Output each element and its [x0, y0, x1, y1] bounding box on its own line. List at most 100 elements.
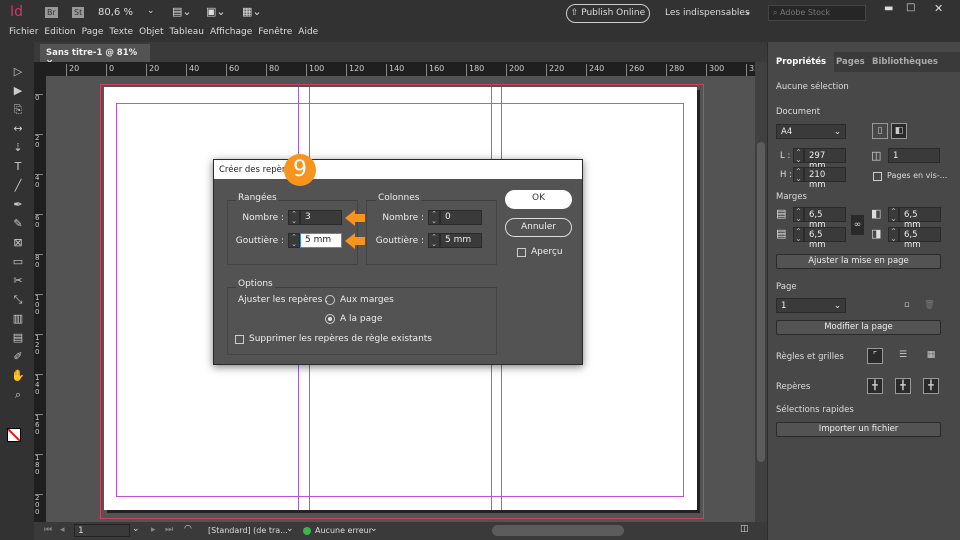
- facing-pages-checkbox[interactable]: [873, 172, 882, 181]
- type-tool-icon[interactable]: T: [9, 159, 27, 175]
- menu-tableau[interactable]: Tableau: [169, 27, 204, 37]
- columns-gutter-field[interactable]: 5 mm: [440, 233, 482, 248]
- pages-count-field[interactable]: 1: [888, 148, 940, 163]
- columns-gutter-stepper[interactable]: ⌃ ⌄: [428, 233, 440, 248]
- height-stepper[interactable]: ⌃ ⌄: [793, 167, 804, 183]
- hand-tool-icon[interactable]: ✋: [9, 368, 27, 384]
- lock-guides-icon[interactable]: ╋: [895, 378, 911, 394]
- document-tab[interactable]: Sans titre-1 @ 81% ×: [40, 44, 150, 68]
- margin-bottom-field[interactable]: 6,5 mm: [804, 227, 846, 250]
- vertical-ruler[interactable]: 0 20 40 60 80 100 120 140 160 180 200: [34, 76, 46, 522]
- rows-gutter-stepper[interactable]: ⌃ ⌄: [288, 233, 300, 248]
- portrait-orientation-icon[interactable]: ▯: [872, 123, 888, 139]
- margin-top-stepper[interactable]: ⌃ ⌄: [793, 207, 804, 223]
- selection-tool-icon[interactable]: ▷: [9, 64, 27, 80]
- snap-guides-icon[interactable]: ╋: [923, 378, 939, 394]
- scroll-thumb[interactable]: [757, 142, 765, 462]
- free-transform-tool-icon[interactable]: ⤡: [9, 292, 27, 308]
- direct-selection-tool-icon[interactable]: ▶: [9, 83, 27, 99]
- error-status[interactable]: Aucune erreur: [315, 526, 372, 535]
- workspace-switcher[interactable]: Les indispensables: [665, 8, 750, 18]
- rectangle-frame-tool-icon[interactable]: ⊠: [9, 235, 27, 251]
- new-page-icon[interactable]: ▫: [904, 300, 910, 310]
- margin-left-stepper[interactable]: ⌃ ⌄: [888, 207, 899, 223]
- ok-button[interactable]: OK: [505, 190, 572, 209]
- eyedropper-tool-icon[interactable]: ✐: [9, 349, 27, 365]
- columns-number-field[interactable]: 0: [440, 210, 482, 225]
- line-tool-icon[interactable]: ╱: [9, 178, 27, 194]
- menu-aide[interactable]: Aide: [298, 27, 318, 37]
- gap-tool-icon[interactable]: ↔: [9, 121, 27, 137]
- margin-right-stepper[interactable]: ⌃ ⌄: [888, 227, 899, 243]
- horizontal-ruler[interactable]: 20 0 20 40 60 80 100 120 140 160 180 200 220 240 260 28…: [34, 62, 755, 76]
- landscape-orientation-icon[interactable]: ◧: [891, 123, 907, 139]
- margin-right-field[interactable]: 6,5 mm: [899, 227, 941, 250]
- preflight-profile-icon[interactable]: ◠: [184, 524, 192, 534]
- link-margins-icon[interactable]: ∞: [851, 215, 864, 235]
- width-stepper[interactable]: ⌃ ⌄: [793, 148, 804, 164]
- fit-page-radio[interactable]: [325, 314, 335, 324]
- baseline-grid-icon[interactable]: ☰: [895, 348, 911, 364]
- width-field[interactable]: 297 mm: [804, 148, 846, 171]
- trash-icon[interactable]: 🗑: [924, 300, 935, 310]
- content-collector-tool-icon[interactable]: ⇣: [9, 140, 27, 156]
- margin-left-field[interactable]: 6,5 mm: [899, 207, 941, 230]
- zoom-level[interactable]: 80,6 %: [98, 7, 133, 18]
- columns-number-stepper[interactable]: ⌃ ⌄: [428, 210, 440, 225]
- menu-page[interactable]: Page: [82, 27, 104, 37]
- margin-bottom-stepper[interactable]: ⌃ ⌄: [793, 227, 804, 243]
- page-dropdown[interactable]: 1 ⌄: [776, 298, 846, 313]
- chevron-down-icon[interactable]: ⌄: [132, 524, 140, 534]
- rows-number-field[interactable]: 3: [300, 210, 342, 225]
- cancel-button[interactable]: Annuler: [505, 218, 572, 237]
- pen-tool-icon[interactable]: ✒: [9, 197, 27, 213]
- margin-top-field[interactable]: 6,5 mm: [804, 207, 846, 230]
- preview-checkbox[interactable]: [517, 248, 526, 257]
- vertical-scrollbar[interactable]: [755, 62, 767, 522]
- style-profile[interactable]: [Standard] (de tra...: [208, 526, 288, 535]
- show-guides-icon[interactable]: ╋: [867, 378, 883, 394]
- horizontal-scroll-thumb[interactable]: [492, 525, 624, 536]
- menu-fichier[interactable]: Fichier: [9, 27, 38, 37]
- view-options-icon[interactable]: ▤⌄: [172, 5, 192, 18]
- menu-edition[interactable]: Edition: [44, 27, 75, 37]
- close-window-button[interactable]: ✕: [934, 2, 943, 15]
- stock-button[interactable]: St: [72, 7, 85, 18]
- maximize-button[interactable]: □: [906, 2, 915, 13]
- split-window-icon[interactable]: ◫: [740, 524, 749, 534]
- bridge-button[interactable]: Br: [45, 7, 58, 18]
- import-file-button[interactable]: Importer un fichier: [776, 422, 941, 437]
- chevron-down-icon[interactable]: ⌄: [147, 6, 155, 16]
- rulers-icon[interactable]: ⌜: [867, 348, 883, 364]
- page-tool-icon[interactable]: ⎘: [9, 102, 27, 118]
- previous-page-button[interactable]: ◂: [60, 525, 65, 535]
- rows-number-stepper[interactable]: ⌃ ⌄: [288, 210, 300, 225]
- publish-online-button[interactable]: ⇧ Publish Online: [566, 4, 650, 23]
- document-grid-icon[interactable]: ▦: [923, 348, 939, 364]
- last-page-button[interactable]: ⏭: [165, 525, 173, 535]
- menu-texte[interactable]: Texte: [109, 27, 133, 37]
- first-page-button[interactable]: ⏮: [44, 525, 52, 535]
- rows-gutter-field[interactable]: 5 mm: [300, 233, 342, 248]
- menu-objet[interactable]: Objet: [139, 27, 163, 37]
- arrange-documents-icon[interactable]: ▦⌄: [242, 5, 262, 18]
- edit-page-button[interactable]: Modifier la page: [776, 320, 941, 335]
- fill-stroke-swatch[interactable]: [7, 428, 21, 442]
- minimize-button[interactable]: ▬: [884, 3, 893, 14]
- fit-margins-radio[interactable]: [325, 295, 335, 305]
- page-number-field[interactable]: 1: [74, 524, 130, 537]
- screen-mode-icon[interactable]: ▣⌄: [206, 5, 226, 18]
- adjust-layout-button[interactable]: Ajuster la mise en page: [776, 254, 941, 269]
- page-size-dropdown[interactable]: A4 ⌄: [776, 124, 846, 139]
- chevron-down-icon[interactable]: ⌄: [286, 524, 294, 534]
- next-page-button[interactable]: ▸: [151, 525, 156, 535]
- gradient-tool-icon[interactable]: ▥: [9, 311, 27, 327]
- chevron-down-icon[interactable]: ⌄: [370, 524, 378, 534]
- adobe-stock-search[interactable]: ⌕ Adobe Stock: [768, 5, 866, 21]
- remove-guides-checkbox[interactable]: [235, 335, 244, 344]
- height-field[interactable]: 210 mm: [804, 167, 846, 190]
- tab-proprietes[interactable]: Propriétés: [768, 52, 835, 72]
- pencil-tool-icon[interactable]: ✎: [9, 216, 27, 232]
- zoom-tool-icon[interactable]: ⌕: [9, 387, 27, 403]
- rectangle-tool-icon[interactable]: ▭: [9, 254, 27, 270]
